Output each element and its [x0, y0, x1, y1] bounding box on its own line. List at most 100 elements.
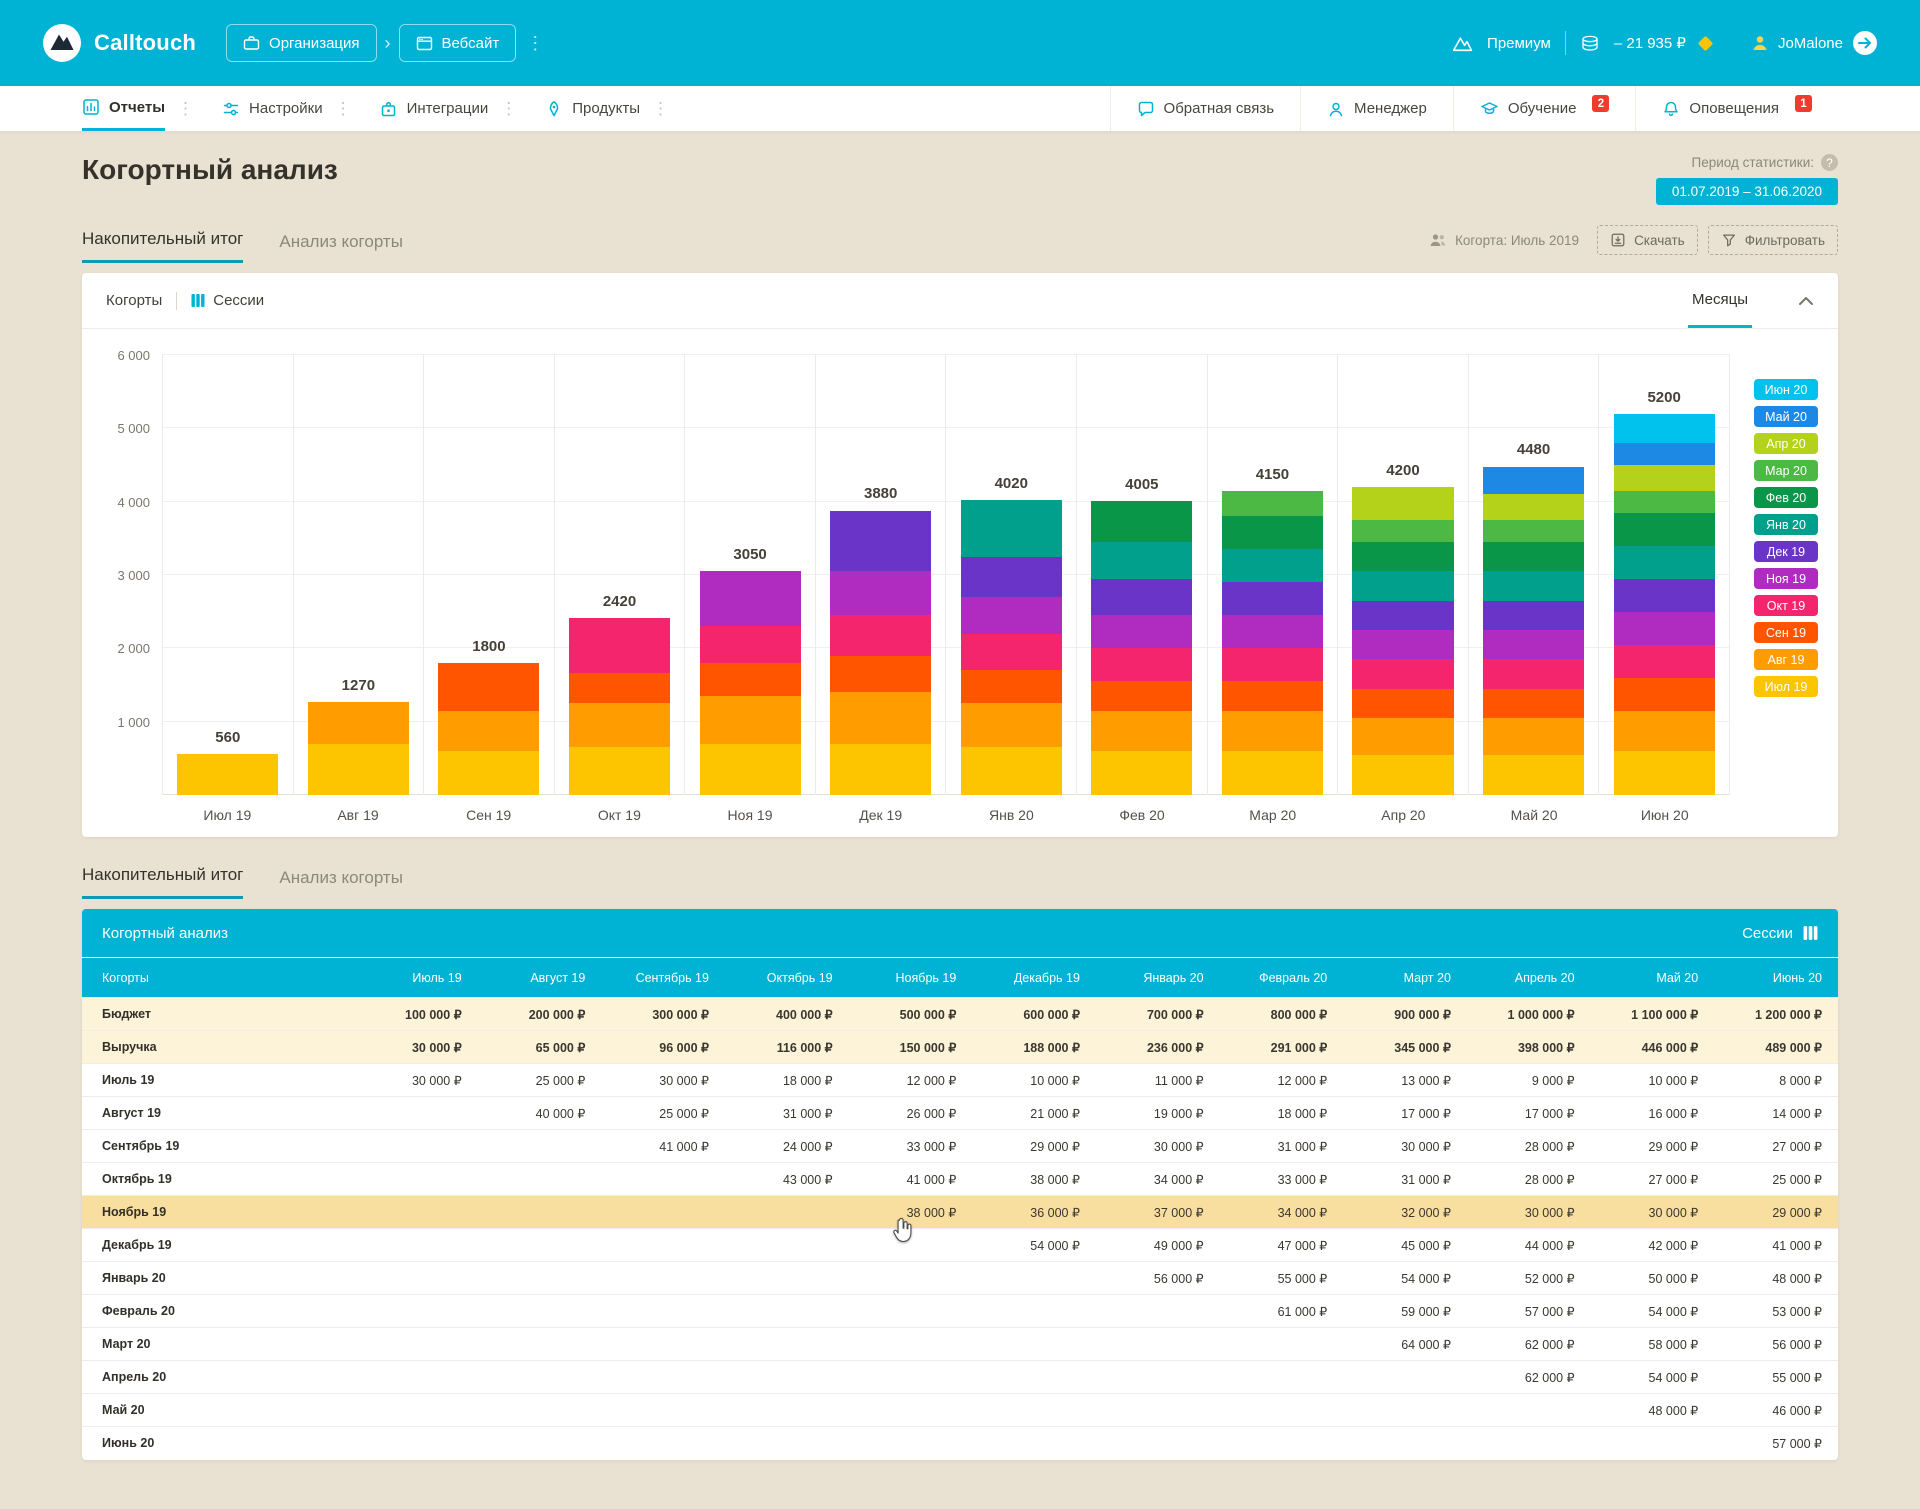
- bar-segment[interactable]: [569, 673, 670, 704]
- reports-kebab-icon[interactable]: ⋮: [177, 86, 194, 131]
- help-icon[interactable]: ?: [1821, 154, 1838, 171]
- bar-segment[interactable]: [1614, 414, 1715, 443]
- bar-segment[interactable]: [1352, 542, 1453, 571]
- bar-segment[interactable]: [961, 747, 1062, 795]
- bar-segment[interactable]: [1614, 711, 1715, 751]
- bar-segment[interactable]: [1614, 443, 1715, 465]
- table-row[interactable]: Апрель 2062 000 ₽54 000 ₽55 000 ₽: [82, 1361, 1838, 1394]
- legend-item[interactable]: Мар 20: [1754, 460, 1818, 481]
- legend-item[interactable]: Ноя 19: [1754, 568, 1818, 589]
- bar-segment[interactable]: [700, 626, 801, 663]
- nav-item-reports[interactable]: Отчеты: [82, 86, 165, 131]
- bar-segment[interactable]: [700, 744, 801, 795]
- bar-segment[interactable]: [1091, 542, 1192, 579]
- bar-segment[interactable]: [1614, 579, 1715, 612]
- products-kebab-icon[interactable]: ⋮: [652, 86, 669, 131]
- bar-segment[interactable]: [1222, 711, 1323, 751]
- calltouch-logo[interactable]: Calltouch: [42, 23, 196, 63]
- bar-segment[interactable]: [308, 702, 409, 744]
- table-row[interactable]: Август 1940 000 ₽25 000 ₽31 000 ₽26 000 …: [82, 1097, 1838, 1130]
- bar-segment[interactable]: [1352, 630, 1453, 659]
- nav-item-products[interactable]: Продукты: [545, 86, 640, 131]
- bar-segment[interactable]: [1483, 601, 1584, 630]
- bar-segment[interactable]: [1483, 571, 1584, 600]
- bar-segment[interactable]: [1483, 755, 1584, 795]
- bar-segment[interactable]: [1614, 751, 1715, 795]
- bar-segment[interactable]: [569, 618, 670, 673]
- user-chip[interactable]: JoMalone: [1751, 30, 1878, 56]
- nav-item-education[interactable]: Обучение 2: [1453, 86, 1636, 131]
- balance-amount[interactable]: – 21 935 ₽: [1614, 34, 1686, 52]
- bar-segment[interactable]: [1352, 659, 1453, 688]
- bar-segment[interactable]: [1483, 494, 1584, 520]
- bar-segment[interactable]: [1222, 751, 1323, 795]
- bar-segment[interactable]: [1222, 648, 1323, 681]
- bar-segment[interactable]: [438, 663, 539, 711]
- legend-item[interactable]: Апр 20: [1754, 433, 1818, 454]
- premium-label[interactable]: Премиум: [1487, 35, 1551, 52]
- bar-segment[interactable]: [438, 751, 539, 795]
- bar-segment[interactable]: [1483, 659, 1584, 688]
- bar-segment[interactable]: [700, 696, 801, 744]
- bar-segment[interactable]: [1483, 689, 1584, 718]
- table-row[interactable]: Декабрь 1954 000 ₽49 000 ₽47 000 ₽45 000…: [82, 1229, 1838, 1262]
- bar-segment[interactable]: [1222, 681, 1323, 710]
- nav-item-settings[interactable]: Настройки: [222, 86, 323, 131]
- table-row[interactable]: Июль 1930 000 ₽25 000 ₽30 000 ₽18 000 ₽1…: [82, 1064, 1838, 1097]
- bar-segment[interactable]: [830, 615, 931, 655]
- bar-segment[interactable]: [569, 747, 670, 795]
- bar-segment[interactable]: [961, 703, 1062, 747]
- legend-item[interactable]: Июн 20: [1754, 379, 1818, 400]
- table-row[interactable]: Ноябрь 1938 000 ₽36 000 ₽37 000 ₽34 000 …: [82, 1196, 1838, 1229]
- nav-item-alerts[interactable]: Оповещения 1: [1635, 86, 1838, 131]
- table-sessions-toggle[interactable]: Сессии: [1742, 925, 1818, 942]
- logout-icon[interactable]: [1852, 30, 1878, 56]
- bar-segment[interactable]: [1222, 516, 1323, 549]
- collapse-chart-button[interactable]: [1798, 273, 1814, 328]
- table-row[interactable]: Май 2048 000 ₽46 000 ₽: [82, 1394, 1838, 1427]
- bar-segment[interactable]: [1614, 546, 1715, 579]
- bar-segment[interactable]: [1614, 612, 1715, 645]
- bar-segment[interactable]: [1614, 513, 1715, 546]
- bar-segment[interactable]: [177, 754, 278, 795]
- bar-segment[interactable]: [1222, 582, 1323, 615]
- integrations-kebab-icon[interactable]: ⋮: [500, 86, 517, 131]
- bar-segment[interactable]: [1352, 487, 1453, 520]
- legend-item[interactable]: Дек 19: [1754, 541, 1818, 562]
- bar-segment[interactable]: [1222, 615, 1323, 648]
- bar-segment[interactable]: [830, 571, 931, 615]
- settings-kebab-icon[interactable]: ⋮: [335, 86, 352, 131]
- bar-segment[interactable]: [1091, 751, 1192, 795]
- bar-segment[interactable]: [1091, 648, 1192, 681]
- legend-item[interactable]: Янв 20: [1754, 514, 1818, 535]
- bar-segment[interactable]: [1352, 718, 1453, 755]
- bar-segment[interactable]: [961, 634, 1062, 671]
- tab-cumulative-total[interactable]: Накопительный итог: [82, 229, 243, 263]
- legend-item[interactable]: Сен 19: [1754, 622, 1818, 643]
- nav-item-manager[interactable]: Менеджер: [1300, 86, 1453, 131]
- bar-segment[interactable]: [1352, 571, 1453, 600]
- website-kebab-icon[interactable]: ⋮: [526, 33, 544, 54]
- bar-segment[interactable]: [961, 557, 1062, 597]
- filter-button[interactable]: Фильтровать: [1708, 225, 1838, 255]
- bar-segment[interactable]: [1483, 520, 1584, 542]
- toggle-sessions[interactable]: Сессии: [191, 292, 264, 309]
- legend-item[interactable]: Июл 19: [1754, 676, 1818, 697]
- bar-segment[interactable]: [1483, 630, 1584, 659]
- bar-segment[interactable]: [1614, 678, 1715, 711]
- toggle-cohorts[interactable]: Когорты: [106, 292, 162, 309]
- alert-diamond-icon[interactable]: [1698, 35, 1714, 51]
- bar-segment[interactable]: [961, 597, 1062, 634]
- bar-segment[interactable]: [1091, 501, 1192, 542]
- table-row[interactable]: Октябрь 1943 000 ₽41 000 ₽38 000 ₽34 000…: [82, 1163, 1838, 1196]
- bar-segment[interactable]: [1091, 579, 1192, 616]
- bar-segment[interactable]: [1352, 520, 1453, 542]
- bar-segment[interactable]: [830, 744, 931, 795]
- bar-segment[interactable]: [569, 703, 670, 747]
- bar-segment[interactable]: [1091, 711, 1192, 751]
- bar-segment[interactable]: [1352, 601, 1453, 630]
- cohort-chip[interactable]: Когорта: Июль 2019: [1429, 233, 1579, 248]
- bar-segment[interactable]: [308, 744, 409, 795]
- bar-segment[interactable]: [1483, 467, 1584, 495]
- bar-segment[interactable]: [1222, 549, 1323, 582]
